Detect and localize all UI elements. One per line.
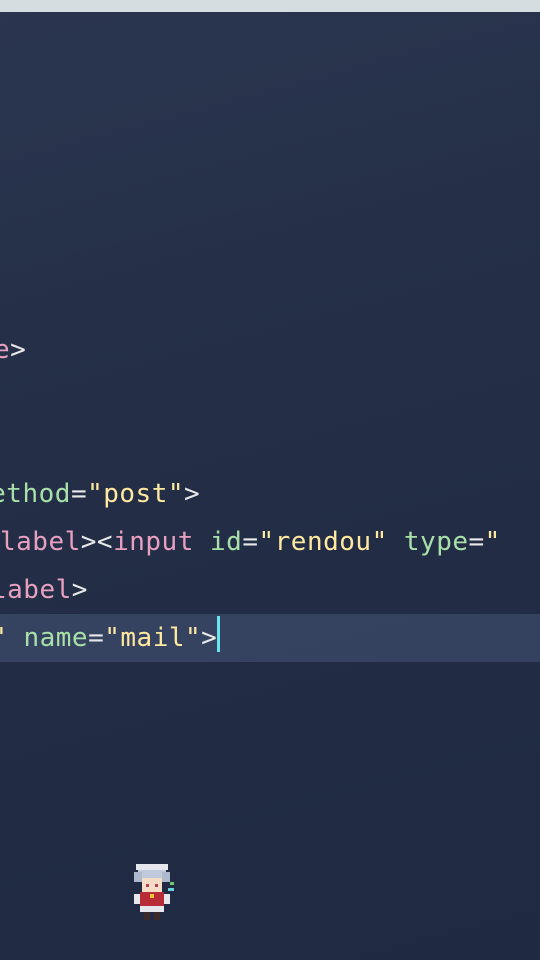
code-token: = (242, 527, 258, 557)
code-token: id (210, 527, 242, 557)
code-token: "rendou" (259, 527, 388, 557)
code-line[interactable] (0, 182, 540, 230)
code-line[interactable] (0, 230, 540, 278)
text-cursor (217, 616, 220, 652)
code-token: "post" (87, 479, 184, 509)
code-token: e (0, 335, 10, 365)
code-token: = (469, 527, 485, 557)
code-token: ethod (0, 479, 71, 509)
code-token: = (88, 623, 104, 653)
code-line[interactable] (0, 86, 540, 134)
code-token: >< (81, 527, 113, 557)
code-line[interactable]: label> (0, 566, 540, 614)
code-line[interactable]: label><input id="rendou" type=" (0, 518, 540, 566)
code-token (388, 527, 404, 557)
code-token: > (201, 623, 217, 653)
code-token: name (23, 623, 88, 653)
code-token: = (71, 479, 87, 509)
code-token (7, 623, 23, 653)
code-line[interactable] (0, 134, 540, 182)
code-line[interactable] (0, 278, 540, 326)
code-token: abel (7, 575, 72, 605)
code-line[interactable] (0, 38, 540, 86)
code-line[interactable] (0, 374, 540, 422)
window-top-edge (0, 0, 540, 12)
code-token: > (72, 575, 88, 605)
code-token: "mail" (104, 623, 201, 653)
code-line[interactable]: method="post"> (0, 470, 540, 518)
code-line[interactable]: e> (0, 326, 540, 374)
code-line[interactable] (0, 422, 540, 470)
code-token: " (485, 527, 501, 557)
desktop-mascot-icon (128, 862, 176, 922)
code-token: label (0, 527, 81, 557)
code-token: input (113, 527, 194, 557)
code-line[interactable]: l" name="mail"> (0, 614, 540, 662)
code-token: > (184, 479, 200, 509)
code-token (194, 527, 210, 557)
code-token: type (404, 527, 469, 557)
code-token: > (10, 335, 26, 365)
code-editor-viewport[interactable]: e>method="post">label><input id="rendou"… (0, 12, 540, 662)
